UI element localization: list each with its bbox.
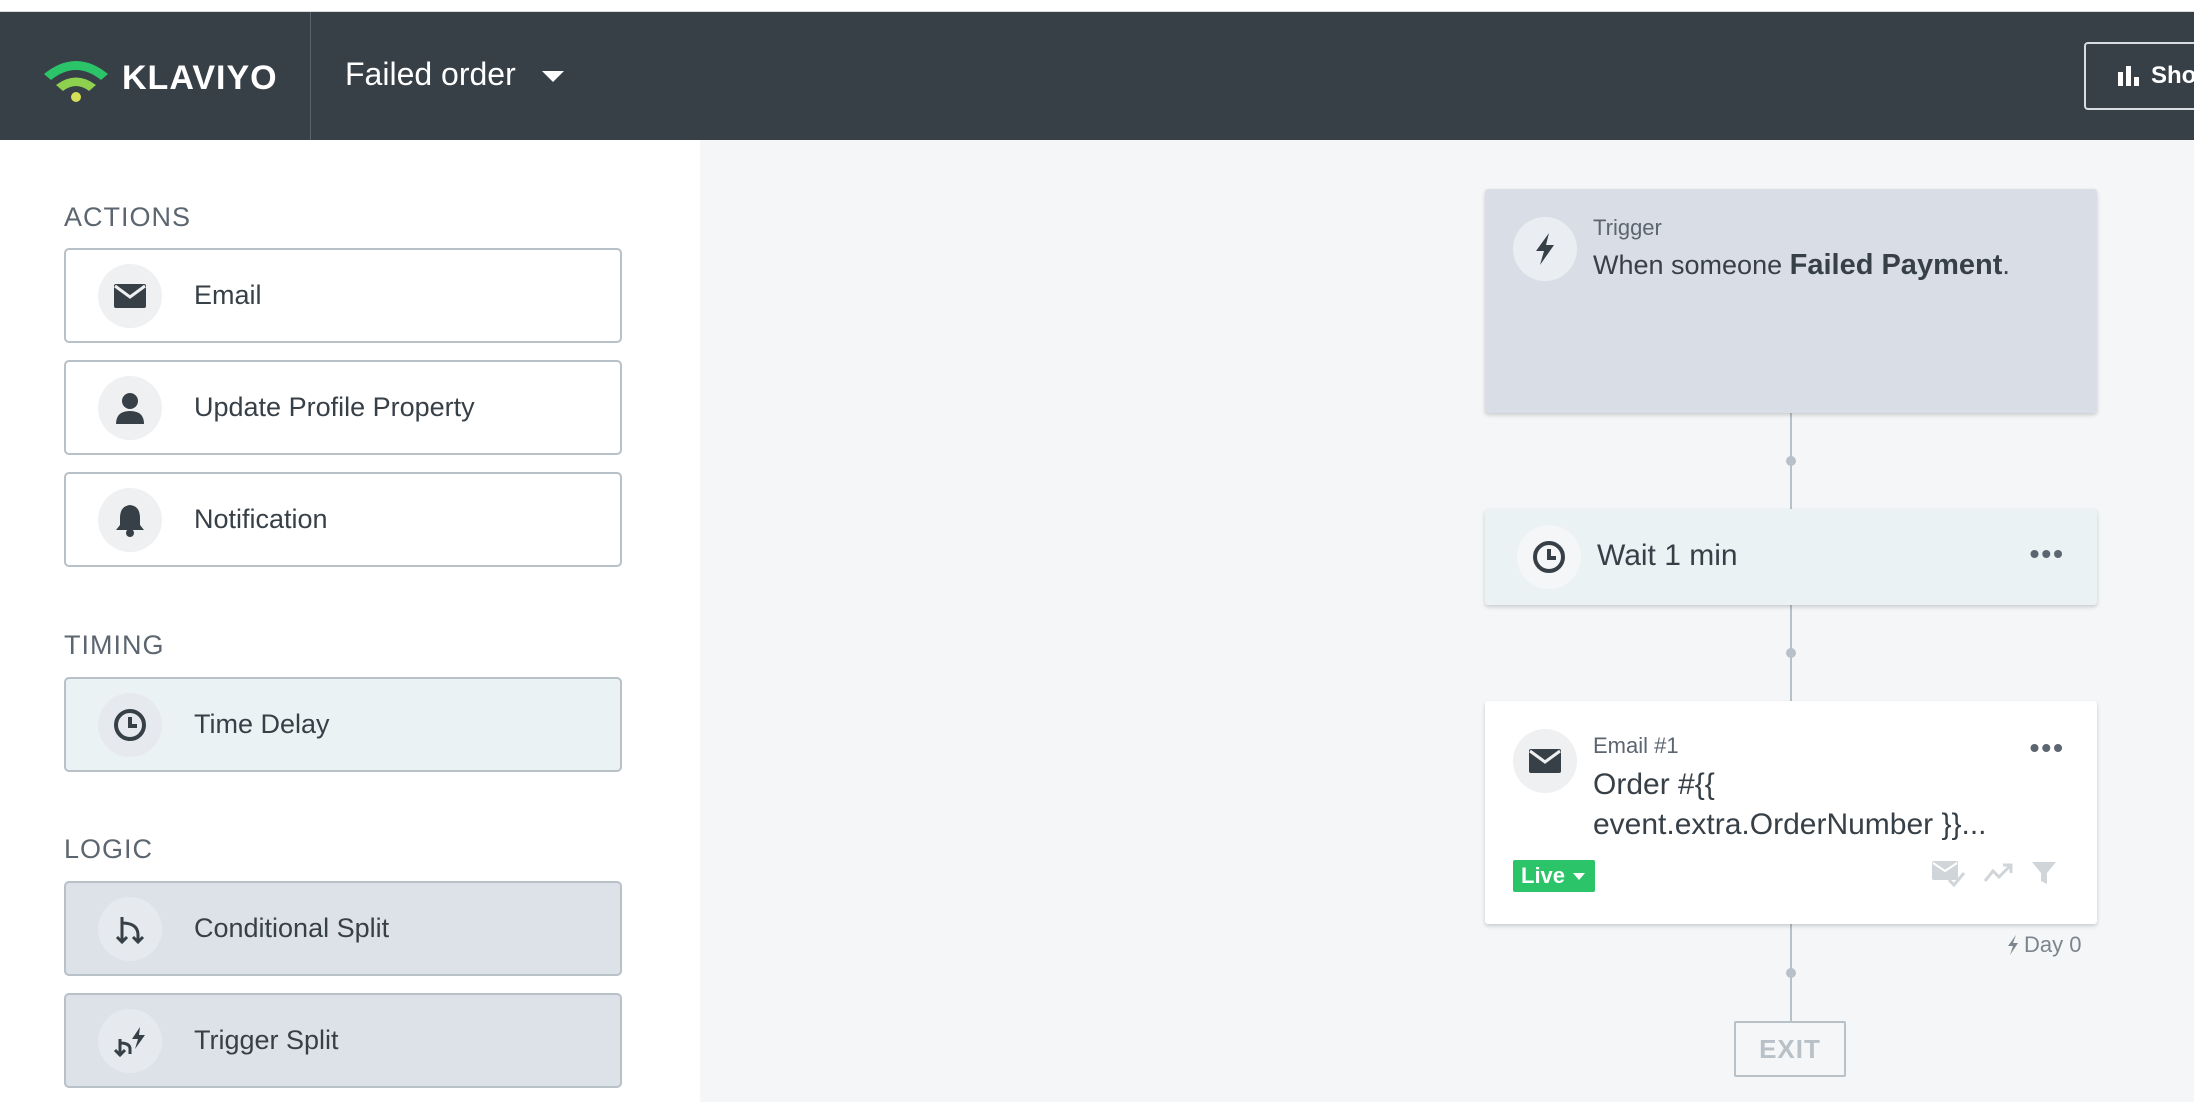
action-update-profile-label: Update Profile Property xyxy=(194,392,475,422)
split-icon xyxy=(98,896,162,961)
timing-section-title: TIMING xyxy=(64,630,165,660)
trigger-text-suffix: . xyxy=(2002,250,2010,280)
envelope-icon xyxy=(1513,729,1577,793)
time-delay-node[interactable]: Wait 1 min ••• xyxy=(1485,509,2097,605)
flow-name: Failed order xyxy=(345,56,516,92)
chevron-down-icon xyxy=(541,71,564,82)
trigger-event-name: Failed Payment xyxy=(1789,249,2003,281)
lightning-bolt-icon xyxy=(2008,935,2018,955)
show-analytics-label: Sho xyxy=(2151,62,2194,89)
action-conditional-split-label: Conditional Split xyxy=(194,913,390,943)
email-node[interactable]: Email #1 ••• Order #{{ event.extra.Order… xyxy=(1485,701,2097,924)
day-label-text: Day 0 xyxy=(2024,932,2082,957)
clock-icon xyxy=(98,692,162,757)
action-notification-label: Notification xyxy=(194,504,328,534)
trigger-description: When someone Failed Payment. xyxy=(1593,249,2010,282)
trigger-label: Trigger xyxy=(1593,215,1662,240)
trigger-text-prefix: When someone xyxy=(1593,250,1790,280)
trigger-node[interactable]: Trigger When someone Failed Payment. xyxy=(1485,189,2097,413)
email-node-label: Email #1 xyxy=(1593,733,1679,758)
flow-name-dropdown[interactable]: Failed order xyxy=(345,56,564,93)
envelope-icon xyxy=(98,263,162,328)
email-subject-line-2: event.extra.OrderNumber }}... xyxy=(1593,808,1987,841)
email-subject-line-1: Order #{{ xyxy=(1593,768,1715,801)
chevron-down-icon xyxy=(1573,872,1586,880)
action-notification[interactable]: Notification xyxy=(64,472,622,567)
component-sidebar: ACTIONS Email Update Profile Property No… xyxy=(0,140,700,1102)
action-time-delay-label: Time Delay xyxy=(194,709,330,739)
status-dropdown[interactable]: Live xyxy=(1513,860,1596,892)
day-label: Day 0 xyxy=(2006,932,2081,958)
browser-top-strip xyxy=(0,0,2194,12)
action-email[interactable]: Email xyxy=(64,248,622,343)
action-update-profile-property[interactable]: Update Profile Property xyxy=(64,360,622,455)
show-analytics-button[interactable]: Sho xyxy=(2084,42,2194,110)
email-node-tools xyxy=(1931,859,2057,887)
action-trigger-split[interactable]: Trigger Split xyxy=(64,993,622,1088)
smart-sending-icon[interactable] xyxy=(1931,859,1965,887)
exit-node: EXIT xyxy=(1734,1021,1846,1077)
bell-icon xyxy=(98,487,162,552)
header-divider xyxy=(310,12,311,140)
trigger-split-icon xyxy=(98,1008,162,1073)
actions-section-title: ACTIONS xyxy=(64,202,192,232)
action-trigger-split-label: Trigger Split xyxy=(194,1025,339,1055)
brand-name: KLAVIYO xyxy=(122,58,278,97)
action-email-label: Email xyxy=(194,280,262,310)
logic-section-title: LOGIC xyxy=(64,834,154,864)
connector-dot[interactable] xyxy=(1786,968,1796,978)
more-options-icon[interactable]: ••• xyxy=(2030,734,2065,762)
lightning-bolt-icon xyxy=(1513,217,1577,281)
clock-icon xyxy=(1517,525,1581,589)
action-time-delay[interactable]: Time Delay xyxy=(64,677,622,772)
ab-test-icon[interactable] xyxy=(1983,859,2013,887)
klaviyo-wifi-logo-icon xyxy=(44,61,108,102)
filter-icon[interactable] xyxy=(2031,859,2057,887)
more-options-icon[interactable]: ••• xyxy=(2030,540,2065,568)
connector-dot[interactable] xyxy=(1786,648,1796,658)
email-subject: Order #{{ event.extra.OrderNumber }}... xyxy=(1593,765,2033,845)
wait-duration-text: Wait 1 min xyxy=(1597,539,1738,572)
bar-chart-icon xyxy=(2118,66,2139,86)
klaviyo-logo[interactable]: KLAVIYO xyxy=(40,52,278,104)
app-header: KLAVIYO Failed order Sho xyxy=(0,12,2194,140)
status-label: Live xyxy=(1521,863,1566,888)
connector-dot[interactable] xyxy=(1786,456,1796,466)
person-icon xyxy=(98,375,162,440)
action-conditional-split[interactable]: Conditional Split xyxy=(64,881,622,976)
